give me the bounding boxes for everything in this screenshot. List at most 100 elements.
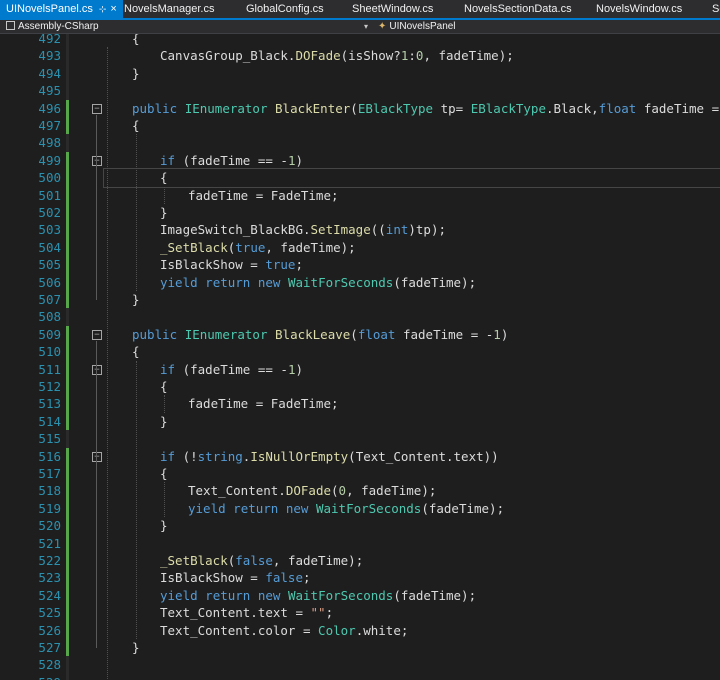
code-token: WaitForSeconds — [287, 587, 394, 603]
code-token: fadeTime =- — [636, 100, 720, 116]
tab-novelsmanager-cs[interactable]: NovelsManager.cs — [118, 0, 221, 18]
code-line[interactable]: 496 public IEnumerator BlackEnter(EBlackT… — [0, 100, 720, 117]
code-line[interactable]: 514} — [0, 413, 720, 430]
code-token: } — [160, 205, 168, 220]
code-token: Text_Content.text = — [160, 605, 311, 621]
code-token: "" — [310, 605, 326, 621]
code-token: yield — [160, 274, 198, 290]
code-line[interactable]: 508 — [0, 308, 720, 325]
code-text: } — [132, 639, 140, 656]
code-line[interactable]: 507} — [0, 291, 720, 308]
code-line[interactable]: 529 — [0, 674, 720, 680]
code-token: Text_Content. — [188, 483, 286, 499]
tab-novelssectiondata-cs[interactable]: NovelsSectionData.cs — [458, 0, 578, 18]
code-line[interactable]: 517 { — [0, 465, 720, 482]
collapse-icon[interactable]: − — [92, 330, 102, 341]
code-line[interactable]: 500 { — [0, 168, 720, 188]
code-token: EBlackType — [470, 100, 546, 116]
collapse-icon[interactable]: − — [92, 365, 102, 376]
code-token: (fadeTime); — [393, 587, 477, 603]
code-line[interactable]: 497 { — [0, 117, 720, 134]
code-text: } — [160, 413, 168, 430]
code-line[interactable]: 494} — [0, 65, 720, 82]
code-text: public IEnumerator BlackLeave(float fade… — [132, 326, 508, 343]
code-token: fadeTime = FadeTime; — [188, 396, 339, 412]
code-line[interactable]: 515 — [0, 430, 720, 447]
tab-label: NovelsSectionData.cs — [464, 3, 572, 15]
line-number: 510 — [38, 344, 61, 360]
code-editor[interactable]: 492{493 CanvasGroup_Black.DOFade(isShow?1… — [0, 34, 720, 680]
code-line[interactable]: 519 yield return new WaitForSeconds(fadeT… — [0, 500, 720, 517]
collapse-icon[interactable]: − — [92, 452, 102, 463]
code-token: , fadeTime); — [272, 553, 364, 568]
code-token: tp= — [433, 100, 471, 116]
code-line[interactable]: 510 { — [0, 343, 720, 360]
code-text: if (fadeTime == -1) — [160, 152, 303, 169]
code-token: WaitForSeconds — [315, 500, 422, 516]
code-line[interactable]: 522 _SetBlack(false, fadeTime); — [0, 552, 720, 569]
code-text: CanvasGroup_Black.DOFade(isShow?1:0, fad… — [160, 47, 514, 64]
code-line[interactable]: 504 _SetBlack(true, fadeTime); — [0, 239, 720, 256]
tab-uinovelspanel-cs[interactable]: UINovelsPanel.cs ⊹ × — [0, 0, 123, 18]
code-token: DOFade — [295, 48, 341, 64]
code-text: Text_Content.color = Color.white; — [160, 622, 408, 639]
line-number: 519 — [38, 500, 61, 516]
code-line[interactable]: 511 if (fadeTime == -1) — [0, 361, 720, 378]
code-line[interactable]: 520} — [0, 517, 720, 534]
code-token: true — [235, 239, 266, 255]
code-line[interactable]: 521 — [0, 535, 720, 552]
tab-sheetwindow-cs[interactable]: SheetWindow.cs — [346, 0, 439, 18]
document-tab-strip: UINovelsPanel.cs ⊹ × NovelsManager.cs Global… — [0, 0, 720, 20]
code-line[interactable]: 523 IsBlackShow = false; — [0, 569, 720, 586]
collapse-icon[interactable]: − — [92, 104, 102, 115]
code-token: if — [160, 361, 176, 377]
indent-guide — [107, 47, 108, 680]
code-line[interactable]: 509 public IEnumerator BlackLeave(float f… — [0, 326, 720, 343]
line-number: 512 — [38, 379, 61, 394]
close-icon[interactable]: × — [110, 3, 116, 15]
project-selector[interactable]: Assembly-CSharp — [6, 20, 99, 33]
code-line[interactable]: 506 yield return new WaitForSeconds(fadeT… — [0, 274, 720, 291]
code-line[interactable]: 501 fadeTime = FadeTime; — [0, 187, 720, 204]
tab-sc[interactable]: Sc — [706, 0, 720, 18]
code-text: yield return new WaitForSeconds(fadeTime… — [160, 274, 476, 291]
changed-lines-indicator — [66, 151, 69, 309]
code-line[interactable]: 512 { — [0, 378, 720, 395]
line-number: 525 — [38, 605, 61, 621]
code-line[interactable]: 524 yield return new WaitForSeconds(fadeT… — [0, 587, 720, 604]
code-text: IsBlackShow = false; — [160, 569, 311, 586]
code-line[interactable]: 502} — [0, 204, 720, 221]
code-text: } — [160, 204, 168, 221]
code-line[interactable]: 525 Text_Content.text = ""; — [0, 604, 720, 621]
line-number: 492 — [38, 34, 61, 46]
code-line[interactable]: 498 — [0, 134, 720, 151]
code-token: BlackLeave — [275, 326, 351, 342]
code-line[interactable]: 527} — [0, 639, 720, 656]
code-line[interactable]: 503 ImageSwitch_BlackBG.SetImage((int)tp)… — [0, 221, 720, 238]
pin-icon[interactable]: ⊹ — [99, 4, 107, 14]
code-line[interactable]: 528 — [0, 656, 720, 673]
type-selector[interactable]: ✦ UINovelsPanel — [378, 20, 456, 33]
code-token: CanvasGroup_Black. — [160, 48, 296, 64]
code-line[interactable]: 495 — [0, 82, 720, 99]
code-text: { — [103, 168, 720, 188]
code-line[interactable]: 516 if (!string.IsNullOrEmpty(Text_Conten… — [0, 448, 720, 465]
tab-globalconfig-cs[interactable]: GlobalConfig.cs — [240, 0, 330, 18]
code-text: if (fadeTime == -1) — [160, 361, 303, 378]
chevron-down-icon[interactable]: ▾ — [364, 20, 368, 33]
collapse-icon[interactable]: − — [92, 156, 102, 167]
code-line[interactable]: 492 { — [0, 34, 720, 47]
code-token: .white; — [355, 622, 409, 638]
code-line[interactable]: 493 CanvasGroup_Black.DOFade(isShow?1:0, … — [0, 47, 720, 64]
code-line[interactable]: 513 fadeTime = FadeTime; — [0, 395, 720, 412]
code-token: } — [132, 640, 140, 655]
tab-novelswindow-cs[interactable]: NovelsWindow.cs — [590, 0, 688, 18]
code-line[interactable]: 505 IsBlackShow = true; — [0, 256, 720, 273]
code-line[interactable]: 518 Text_Content.DOFade(0, fadeTime); — [0, 482, 720, 499]
code-line[interactable]: 499 if (fadeTime == -1) — [0, 152, 720, 169]
code-line[interactable]: 526 Text_Content.color = Color.white; — [0, 622, 720, 639]
indent-guide — [136, 360, 137, 639]
code-token: (! — [175, 448, 198, 464]
